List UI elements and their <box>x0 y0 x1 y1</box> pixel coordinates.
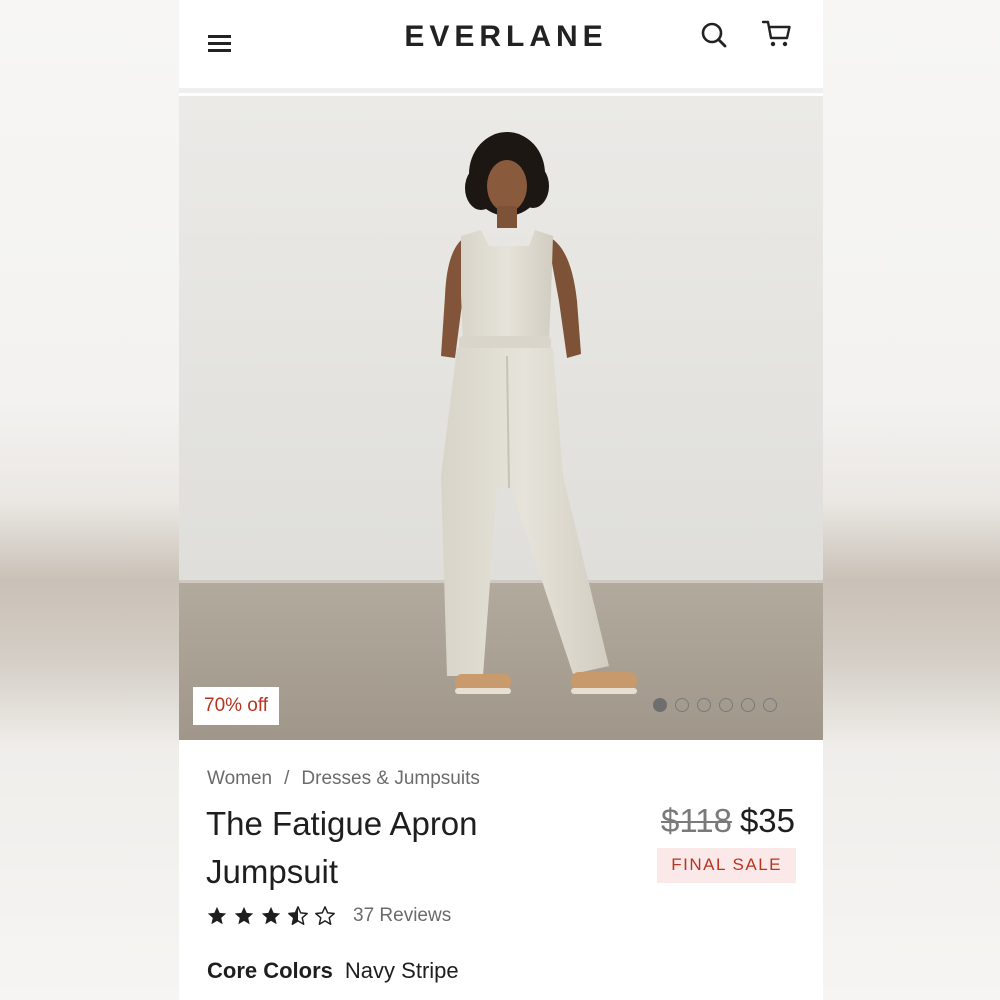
sale-price: $35 <box>739 802 795 839</box>
carousel-dot[interactable] <box>719 698 733 712</box>
colors-label: Core Colors <box>207 958 333 983</box>
search-icon[interactable] <box>699 20 729 50</box>
menu-icon[interactable] <box>207 33 233 53</box>
final-sale-badge: FINAL SALE <box>657 848 796 883</box>
model-photo <box>179 96 823 740</box>
product-title: The Fatigue Apron Jumpsuit <box>206 805 478 890</box>
carousel-dot[interactable] <box>763 698 777 712</box>
cart-icon[interactable] <box>761 18 793 50</box>
breadcrumb-women[interactable]: Women <box>207 768 272 789</box>
reviews-link[interactable]: 37 Reviews <box>353 905 451 927</box>
carousel-indicator <box>653 698 777 714</box>
carousel-dot[interactable] <box>653 698 667 712</box>
breadcrumb: Women / Dresses & Jumpsuits <box>207 768 480 790</box>
breadcrumb-separator: / <box>284 768 290 789</box>
discount-badge: 70% off <box>193 687 280 725</box>
star-filled-icon <box>234 906 254 925</box>
star-filled-icon <box>207 906 227 925</box>
carousel-dot[interactable] <box>697 698 711 712</box>
star-filled-icon <box>261 906 281 925</box>
price: $118 $35 <box>661 802 795 840</box>
core-colors: Core Colors Navy Stripe <box>207 958 459 984</box>
site-header: EVERLANE <box>179 0 823 93</box>
brand-logo[interactable]: EVERLANE <box>393 20 619 54</box>
carousel-dot[interactable] <box>741 698 755 712</box>
carousel-dot[interactable] <box>675 698 689 712</box>
breadcrumb-dresses-jumpsuits[interactable]: Dresses & Jumpsuits <box>301 768 479 789</box>
star-half-icon <box>288 906 308 925</box>
star-empty-icon <box>315 906 335 925</box>
rating[interactable]: 37 Reviews <box>206 905 451 927</box>
product-image[interactable]: 70% off <box>179 96 823 740</box>
original-price: $118 <box>660 802 732 839</box>
selected-color: Navy Stripe <box>344 958 459 983</box>
product-page: EVERLANE 70% off Women / Dresses & Jumps… <box>179 0 823 1000</box>
